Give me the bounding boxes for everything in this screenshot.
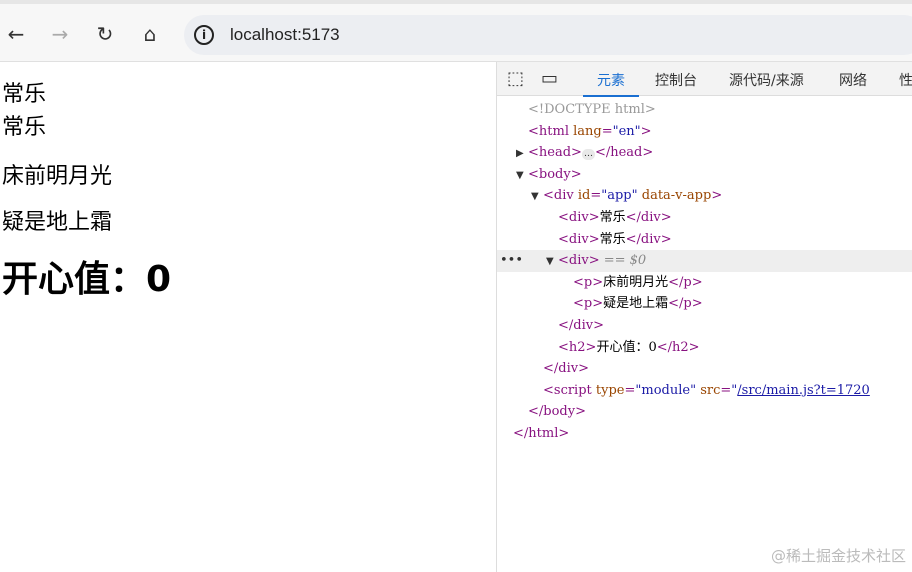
token-av: "en" [612, 123, 641, 139]
collapse-triangle-icon[interactable]: ▼ [546, 251, 558, 273]
token-tag: </p> [668, 296, 703, 312]
node-actions-icon[interactable]: ••• [500, 250, 523, 272]
dom-node-line[interactable]: <p>床前明月光</p> [497, 272, 912, 294]
poem-line: 床前明月光 [2, 164, 113, 189]
token-an: id [577, 188, 591, 204]
token-dt: <!DOCTYPE html> [528, 102, 656, 117]
token-an: data-v-app [637, 188, 712, 204]
token-ell[interactable]: … [581, 149, 595, 161]
token-tag: = [720, 382, 732, 398]
token-tag: <div> [558, 231, 600, 247]
inspect-element-icon[interactable]: ⬚ [507, 68, 524, 89]
dom-tree: <!DOCTYPE html> <html lang="en"> ▶ <head>… <… [497, 96, 912, 445]
token-tx: 常乐 [599, 209, 626, 225]
tab-sources[interactable]: 源代码/来源 [729, 70, 804, 90]
devtools-tabbar: ⬚ ▭ 元素 控制台 源代码/来源 网络 性 [497, 62, 912, 97]
token-tag: <script [543, 382, 596, 398]
token-tag: > [711, 188, 723, 204]
devtools-panel: ⬚ ▭ 元素 控制台 源代码/来源 网络 性 <!DOCTYPE html> <h… [496, 62, 912, 572]
dom-node-line[interactable]: <div>常乐</div> [497, 207, 912, 229]
tab-elements[interactable]: 元素 [583, 70, 639, 97]
token-tag: = [624, 382, 636, 398]
dom-node-line[interactable]: ••• ▼ <div> == $0 [497, 250, 912, 272]
url-text[interactable]: localhost:5173 [230, 25, 340, 45]
tab-performance[interactable]: 性 [899, 70, 912, 90]
token-tag: </div> [558, 317, 604, 333]
token-tx: 疑是地上霜 [603, 296, 669, 312]
forward-arrow-icon[interactable]: → [48, 22, 72, 46]
token-tag: <p> [573, 296, 604, 312]
token-tag: <html [528, 123, 574, 139]
device-toolbar-icon[interactable]: ▭ [541, 68, 558, 89]
token-tag: <div> [558, 253, 600, 269]
dom-node-line[interactable]: <!DOCTYPE html> [497, 99, 912, 121]
dom-node-line[interactable]: </html> [497, 423, 912, 445]
dom-node-line[interactable]: <script type="module" src="/src/main.js?… [497, 380, 912, 402]
dom-node-line[interactable]: <h2>开心值：0</h2> [497, 337, 912, 359]
dom-node-line[interactable]: ▼ <body> [497, 164, 912, 186]
token-tag: <div> [558, 209, 600, 225]
home-icon[interactable]: ⌂ [138, 22, 162, 46]
text-div: 常乐 [2, 115, 47, 140]
browser-toolbar: ← → ↻ ⌂ i localhost:5173 [0, 0, 912, 62]
text-div: 常乐 [2, 82, 47, 107]
token-av: "module" [635, 382, 697, 398]
token-tag: </head> [594, 145, 654, 161]
token-tx: 常乐 [599, 231, 626, 247]
collapse-triangle-icon[interactable]: ▼ [516, 165, 528, 187]
token-tag: </html> [513, 425, 570, 441]
dom-node-line[interactable]: ▼ <div id="app" data-v-app> [497, 185, 912, 207]
token-tag: <body> [528, 166, 582, 182]
token-tag: </p> [668, 274, 703, 290]
dom-node-line[interactable]: </div> [497, 358, 912, 380]
token-tag: = [590, 188, 602, 204]
dom-node-line[interactable]: </body> [497, 401, 912, 423]
token-tag: </div> [543, 361, 589, 377]
dom-node-line[interactable]: </div> [497, 315, 912, 337]
token-tag: </div> [625, 209, 672, 225]
tab-network[interactable]: 网络 [839, 70, 867, 90]
token-an: type [595, 382, 625, 398]
tab-console[interactable]: 控制台 [655, 70, 697, 90]
token-tag: = [601, 123, 613, 139]
collapse-triangle-icon[interactable]: ▼ [531, 186, 543, 208]
token-tag: </h2> [656, 339, 700, 355]
dom-node-line[interactable]: ▶ <head>… </head> [497, 142, 912, 164]
token-tag: <div [543, 188, 578, 204]
token-tag: </div> [625, 231, 672, 247]
token-an: src [696, 382, 721, 398]
expand-triangle-icon[interactable]: ▶ [516, 143, 528, 165]
page-content: 常乐 常乐 床前明月光 疑是地上霜 开心值：0 [2, 78, 171, 302]
token-tag: <h2> [558, 339, 597, 355]
token-tag: </body> [528, 404, 586, 420]
token-av: "app" [601, 188, 638, 204]
token-tx: 开心值：0 [596, 339, 657, 355]
token-an: lang [573, 123, 602, 139]
watermark: @稀土掘金技术社区 [770, 547, 906, 565]
dom-node-line[interactable]: <html lang="en"> [497, 121, 912, 143]
dom-node-line[interactable]: <div>常乐</div> [497, 229, 912, 251]
token-tag: > [640, 123, 652, 139]
dom-node-line[interactable]: <p>疑是地上霜</p> [497, 293, 912, 315]
poem-line: 疑是地上霜 [2, 210, 113, 235]
token-lk[interactable]: /src/main.js?t=1720 [737, 383, 870, 398]
address-bar[interactable]: i localhost:5173 [184, 15, 912, 55]
reload-icon[interactable]: ↻ [93, 22, 117, 46]
back-arrow-icon[interactable]: ← [4, 22, 28, 46]
token-tx: 床前明月光 [603, 274, 669, 290]
info-icon[interactable]: i [194, 25, 214, 45]
happiness-heading: 开心值：0 [2, 259, 172, 300]
token-tag: <p> [573, 274, 604, 290]
token-eq: == $0 [599, 253, 647, 269]
token-tag: <head> [528, 145, 582, 161]
